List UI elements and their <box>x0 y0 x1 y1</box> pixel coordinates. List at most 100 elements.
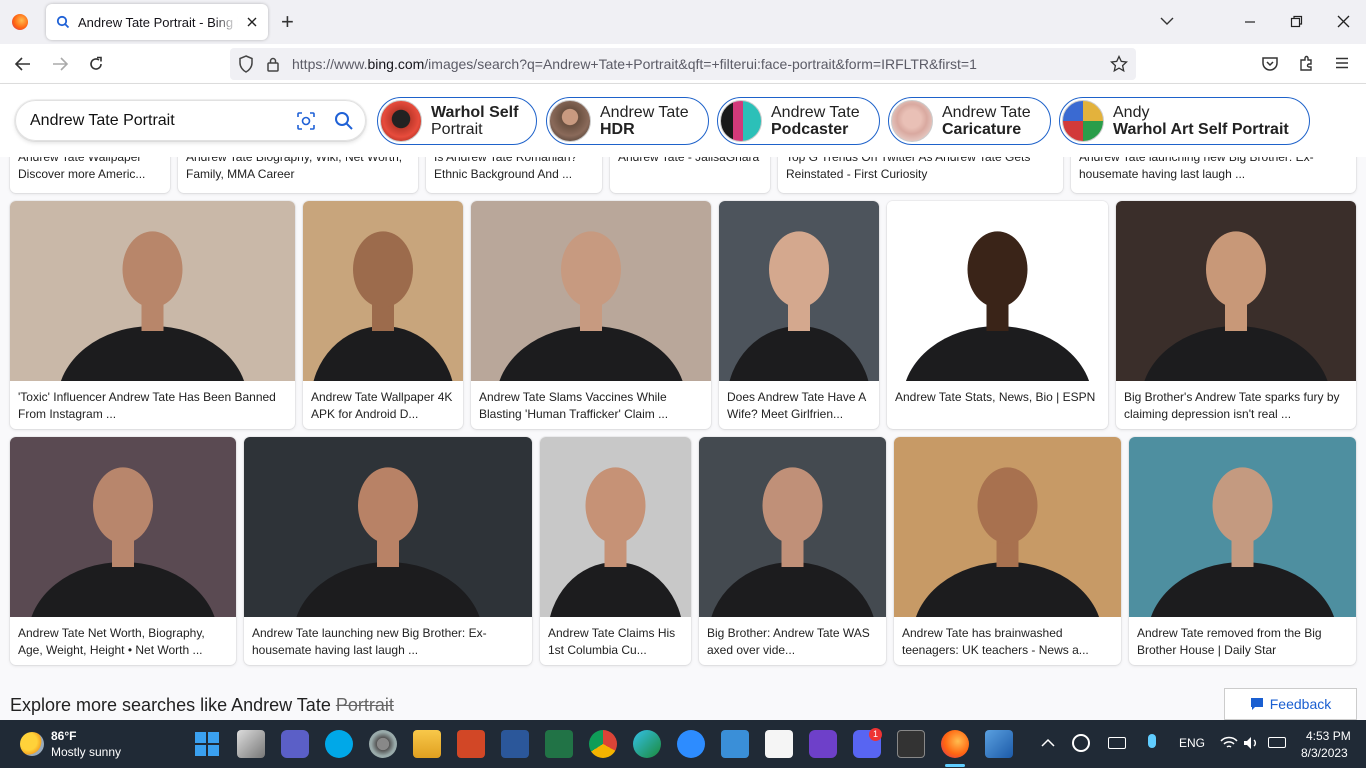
result-caption[interactable]: Andrew Tate Biography, Wiki, Net Worth, … <box>186 157 412 183</box>
firefox-icon[interactable] <box>12 14 28 30</box>
result-card[interactable]: Andrew Tate Biography, Wiki, Net Worth, … <box>178 157 418 193</box>
result-card[interactable]: Andrew Tate Wallpaper 4K APK for Android… <box>303 201 463 429</box>
result-card[interactable]: Is Andrew Tate Romanian? Ethnic Backgrou… <box>426 157 602 193</box>
result-image[interactable] <box>303 201 463 381</box>
result-card[interactable]: Top G Trends On Twitter As Andrew Tate G… <box>778 157 1063 193</box>
result-caption[interactable]: Andrew Tate Wallpaper 4K APK for Android… <box>311 389 457 423</box>
close-window-icon[interactable] <box>1337 15 1350 28</box>
result-image[interactable] <box>1116 201 1356 381</box>
address-bar[interactable]: https://www.bing.com/images/search?q=And… <box>230 48 1136 80</box>
extensions-icon[interactable] <box>1298 55 1315 72</box>
result-image[interactable] <box>699 437 886 617</box>
result-card[interactable]: Big Brother: Andrew Tate WAS axed over v… <box>699 437 886 665</box>
result-card[interactable]: Andrew Tate launching new Big Brother: E… <box>1071 157 1356 193</box>
result-image[interactable] <box>10 201 295 381</box>
new-tab-button[interactable]: + <box>281 9 294 35</box>
chevron-up-icon[interactable] <box>1041 738 1055 748</box>
volume-icon[interactable] <box>1243 736 1259 750</box>
result-caption[interactable]: Andrew Tate Claims His 1st Columbia Cu..… <box>548 625 685 659</box>
result-card[interactable]: Andrew Tate Slams Vaccines While Blastin… <box>471 201 711 429</box>
result-card[interactable]: Andrew Tate removed from the Big Brother… <box>1129 437 1356 665</box>
zoom-icon[interactable] <box>677 730 705 758</box>
reload-icon[interactable] <box>88 56 104 72</box>
firefox-taskbar-icon[interactable] <box>941 730 969 758</box>
result-caption[interactable]: Andrew Tate Wallpaper Discover more Amer… <box>18 157 164 183</box>
related-search-chip-andrew-tate-podcaster[interactable]: Andrew Tate Podcaster <box>717 97 880 145</box>
related-search-chip-andrew-tate-hdr[interactable]: Andrew Tate HDR <box>546 97 709 145</box>
result-caption[interactable]: Andrew Tate has brainwashed teenagers: U… <box>902 625 1115 659</box>
lock-icon[interactable] <box>266 56 280 72</box>
excel-icon[interactable] <box>545 730 573 758</box>
windows-start-icon[interactable] <box>193 730 221 758</box>
bookmark-star-icon[interactable] <box>1110 55 1128 73</box>
search-input[interactable]: Andrew Tate Portrait <box>15 100 366 141</box>
powerpoint-icon[interactable] <box>457 730 485 758</box>
related-search-chip-andy-warhol-art-self-portrait[interactable]: Andy Warhol Art Self Portrait <box>1059 97 1310 145</box>
search-icon[interactable] <box>334 111 354 131</box>
notepad-icon[interactable] <box>721 730 749 758</box>
search-query[interactable]: Andrew Tate Portrait <box>30 112 175 130</box>
result-image[interactable] <box>1129 437 1356 617</box>
result-caption[interactable]: Andrew Tate Slams Vaccines While Blastin… <box>479 389 705 423</box>
result-image[interactable] <box>244 437 532 617</box>
minimize-icon[interactable] <box>1244 16 1256 28</box>
result-card[interactable]: Big Brother's Andrew Tate sparks fury by… <box>1116 201 1356 429</box>
browser-tab[interactable]: Andrew Tate Portrait - Bing images <box>46 4 268 40</box>
weather-icon[interactable] <box>20 732 44 756</box>
result-image[interactable] <box>719 201 879 381</box>
result-card[interactable]: Andrew Tate Stats, News, Bio | ESPN <box>887 201 1108 429</box>
weather-temp[interactable]: 86°F <box>51 729 76 743</box>
related-search-chip-andrew-tate-caricature[interactable]: Andrew Tate Caricature <box>888 97 1051 145</box>
result-image[interactable] <box>10 437 236 617</box>
document-icon[interactable] <box>765 730 793 758</box>
result-caption[interactable]: Top G Trends On Twitter As Andrew Tate G… <box>786 157 1057 183</box>
result-card[interactable]: Does Andrew Tate Have A Wife? Meet Girlf… <box>719 201 879 429</box>
settings-gear-icon[interactable] <box>369 730 397 758</box>
result-caption[interactable]: Is Andrew Tate Romanian? Ethnic Backgrou… <box>434 157 596 183</box>
teams-icon[interactable] <box>281 730 309 758</box>
weather-condition[interactable]: Mostly sunny <box>51 745 121 759</box>
edge-icon[interactable] <box>633 730 661 758</box>
keyboard-icon[interactable] <box>1108 737 1126 749</box>
result-image[interactable] <box>471 201 711 381</box>
related-search-chip-warhol-self-portrait[interactable]: Warhol Self Portrait <box>377 97 537 145</box>
result-caption[interactable]: Andrew Tate removed from the Big Brother… <box>1137 625 1350 659</box>
result-caption[interactable]: 'Toxic' Influencer Andrew Tate Has Been … <box>18 389 289 423</box>
result-caption[interactable]: Andrew Tate launching new Big Brother: E… <box>1079 157 1350 183</box>
battery-icon[interactable] <box>1268 737 1286 748</box>
result-card[interactable]: Andrew Tate - JalisaGhara <box>610 157 770 193</box>
photos-icon[interactable] <box>985 730 1013 758</box>
list-tabs-icon[interactable] <box>1159 15 1175 27</box>
result-caption[interactable]: Andrew Tate - JalisaGhara <box>618 157 764 183</box>
github-icon[interactable] <box>809 730 837 758</box>
result-caption[interactable]: Andrew Tate launching new Big Brother: E… <box>252 625 526 659</box>
task-view-icon[interactable] <box>237 730 265 758</box>
result-card[interactable]: Andrew Tate Net Worth, Biography, Age, W… <box>10 437 236 665</box>
back-arrow-icon[interactable] <box>14 56 32 72</box>
feedback-button[interactable]: Feedback <box>1224 688 1357 720</box>
result-card[interactable]: Andrew Tate Wallpaper Discover more Amer… <box>10 157 170 193</box>
shield-icon[interactable] <box>238 55 254 73</box>
result-card[interactable]: Andrew Tate launching new Big Brother: E… <box>244 437 532 665</box>
result-image[interactable] <box>540 437 691 617</box>
file-explorer-icon[interactable] <box>413 730 441 758</box>
result-caption[interactable]: Andrew Tate Stats, News, Bio | ESPN <box>895 389 1102 423</box>
wifi-icon[interactable] <box>1220 736 1238 750</box>
sync-icon[interactable] <box>1072 734 1090 752</box>
result-card[interactable]: 'Toxic' Influencer Andrew Tate Has Been … <box>10 201 295 429</box>
skype-icon[interactable] <box>325 730 353 758</box>
microphone-icon[interactable] <box>1148 734 1156 748</box>
result-card[interactable]: Andrew Tate has brainwashed teenagers: U… <box>894 437 1121 665</box>
result-caption[interactable]: Big Brother: Andrew Tate WAS axed over v… <box>707 625 880 659</box>
clock-time[interactable]: 4:53 PM <box>1306 729 1351 743</box>
terminal-icon[interactable] <box>897 730 925 758</box>
result-caption[interactable]: Andrew Tate Net Worth, Biography, Age, W… <box>18 625 230 659</box>
language-indicator[interactable]: ENG <box>1179 736 1205 750</box>
visual-search-icon[interactable] <box>296 111 316 131</box>
clock-date[interactable]: 8/3/2023 <box>1301 746 1348 760</box>
close-tab-icon[interactable] <box>246 16 258 28</box>
result-caption[interactable]: Does Andrew Tate Have A Wife? Meet Girlf… <box>727 389 873 423</box>
result-image[interactable] <box>894 437 1121 617</box>
restore-icon[interactable] <box>1290 15 1303 28</box>
pocket-icon[interactable] <box>1261 56 1279 72</box>
